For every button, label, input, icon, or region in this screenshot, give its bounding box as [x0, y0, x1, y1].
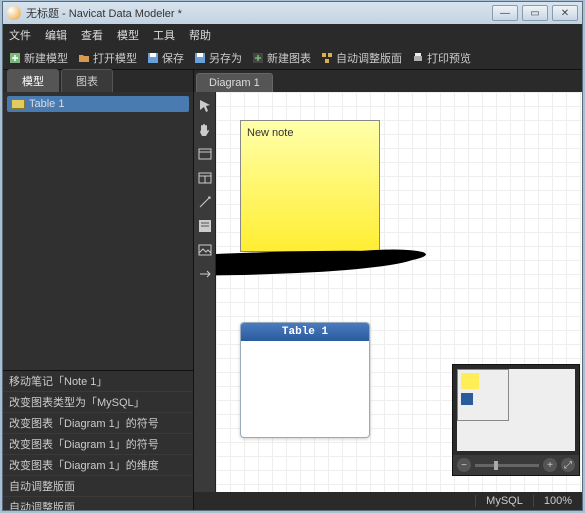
zoom-out-button[interactable]: − [457, 458, 471, 472]
print-preview-button[interactable]: 打印预览 [412, 50, 471, 66]
menu-tools[interactable]: 工具 [153, 27, 175, 43]
zoom-slider[interactable] [475, 464, 539, 467]
left-tabs: 模型 图表 [3, 70, 193, 92]
titlebar: 无标题 - Navicat Data Modeler * — ▭ ✕ [3, 2, 582, 24]
tab-diagram[interactable]: 图表 [61, 69, 113, 92]
history-item[interactable]: 自动调整版面 [3, 497, 193, 510]
save-as-button[interactable]: 另存为 [194, 50, 242, 66]
view-tool-icon[interactable] [197, 170, 213, 186]
close-button[interactable]: ✕ [552, 5, 578, 21]
minimize-button[interactable]: — [492, 5, 518, 21]
tab-model[interactable]: 模型 [7, 69, 59, 92]
window-title: 无标题 - Navicat Data Modeler * [26, 5, 182, 21]
history-item[interactable]: 改变图表「Diagram 1」的符号 [3, 434, 193, 455]
table-tool-icon[interactable] [197, 146, 213, 162]
maximize-button[interactable]: ▭ [522, 5, 548, 21]
history-item[interactable]: 改变图表「Diagram 1」的符号 [3, 413, 193, 434]
status-zoom: 100% [533, 495, 582, 507]
minimap-panel[interactable]: − + ⤢ [452, 364, 580, 476]
diagram-tabs: Diagram 1 [194, 70, 582, 92]
app-icon [7, 6, 21, 20]
table-object[interactable]: Table 1 [240, 322, 370, 438]
menu-file[interactable]: 文件 [9, 27, 31, 43]
zoom-in-button[interactable]: + [543, 458, 557, 472]
toolbar: 新建模型 打开模型 保存 另存为 新建图表 自动调整版面 打印预览 [3, 46, 582, 70]
new-diagram-button[interactable]: 新建图表 [252, 50, 311, 66]
table-icon [11, 99, 25, 109]
tree-item-table1[interactable]: Table 1 [7, 96, 189, 112]
history-item[interactable]: 移动笔记「Note 1」 [3, 371, 193, 392]
zoom-fit-button[interactable]: ⤢ [561, 458, 575, 472]
note-text: New note [247, 127, 293, 139]
new-model-button[interactable]: 新建模型 [9, 50, 68, 66]
auto-layout-button[interactable]: 自动调整版面 [321, 50, 402, 66]
relation-tool-icon[interactable] [197, 194, 213, 210]
note-object[interactable]: New note [240, 120, 380, 252]
table-object-header: Table 1 [241, 323, 369, 341]
connector-tool-icon[interactable] [197, 266, 213, 282]
tree-item-label: Table 1 [29, 98, 64, 110]
menu-edit[interactable]: 编辑 [45, 27, 67, 43]
status-db: MySQL [475, 495, 533, 507]
hand-tool-icon[interactable] [197, 122, 213, 138]
image-tool-icon[interactable] [197, 242, 213, 258]
tab-diagram-1[interactable]: Diagram 1 [196, 73, 273, 92]
menu-model[interactable]: 模型 [117, 27, 139, 43]
history-panel[interactable]: 移动笔记「Note 1」 改变图表类型为「MySQL」 改变图表「Diagram… [3, 370, 193, 510]
pointer-tool-icon[interactable] [197, 98, 213, 114]
statusbar: MySQL 100% [194, 492, 582, 510]
vertical-toolbar [194, 92, 216, 492]
menu-help[interactable]: 帮助 [189, 27, 211, 43]
minimap-controls: − + ⤢ [453, 455, 579, 475]
history-item[interactable]: 改变图表类型为「MySQL」 [3, 392, 193, 413]
history-item[interactable]: 改变图表「Diagram 1」的维度 [3, 455, 193, 476]
minimap-view[interactable] [457, 369, 575, 451]
note-tool-icon[interactable] [197, 218, 213, 234]
save-button[interactable]: 保存 [147, 50, 184, 66]
open-model-button[interactable]: 打开模型 [78, 50, 137, 66]
diagram-canvas[interactable]: New note Table 1 − [216, 92, 582, 492]
model-tree[interactable]: Table 1 [3, 92, 193, 370]
history-item[interactable]: 自动调整版面 [3, 476, 193, 497]
minimap-viewport[interactable] [457, 369, 509, 421]
menubar: 文件 编辑 查看 模型 工具 帮助 [3, 24, 582, 46]
menu-view[interactable]: 查看 [81, 27, 103, 43]
